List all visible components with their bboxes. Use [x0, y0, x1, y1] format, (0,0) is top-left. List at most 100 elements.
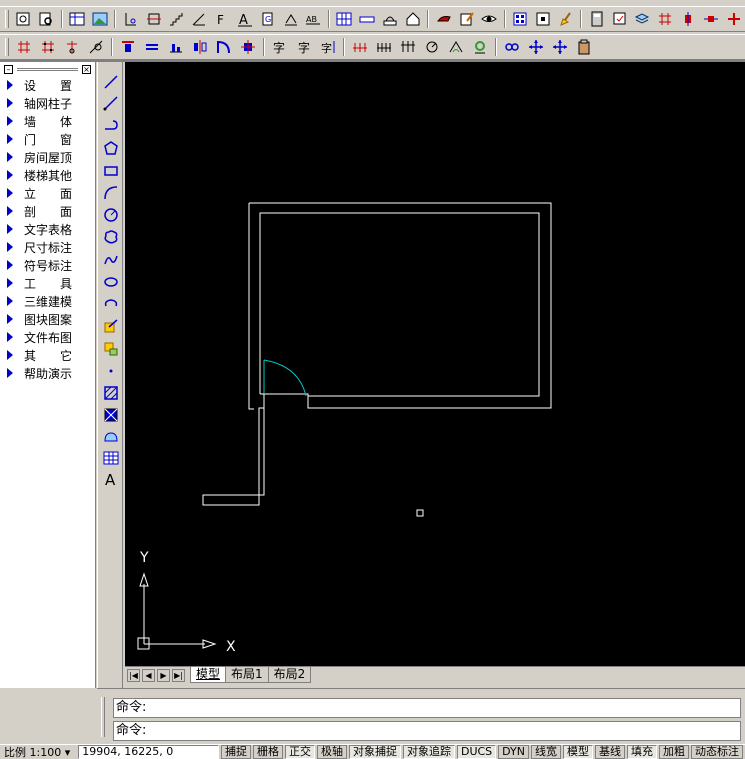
sidebar-item-door-window[interactable]: 门 窗 [0, 130, 95, 148]
dim-chain-icon[interactable] [350, 37, 370, 57]
revcloud-icon[interactable] [101, 227, 121, 247]
axis-number-icon[interactable] [62, 37, 82, 57]
ellipse-arc-icon[interactable] [101, 294, 121, 314]
gradient-icon[interactable] [101, 405, 121, 425]
open-file-icon[interactable] [14, 9, 33, 29]
dynamic-dim-toggle[interactable]: 动态标注 [691, 745, 743, 759]
dim-multi-icon[interactable] [374, 37, 394, 57]
clipboard-icon[interactable] [574, 37, 594, 57]
tab-layout2[interactable]: 布局2 [267, 667, 312, 683]
wall-left-outer[interactable] [248, 203, 254, 410]
block-red-icon[interactable] [679, 9, 698, 29]
axis-tool-icon[interactable] [121, 9, 140, 29]
sidebar-item-blocks-patterns[interactable]: 图块图案 [0, 310, 95, 328]
otrack-toggle[interactable]: 对象追踪 [402, 745, 455, 759]
image-icon[interactable] [90, 9, 109, 29]
wall-outer-line[interactable] [202, 202, 552, 506]
eye-icon[interactable] [480, 9, 499, 29]
prev-tab-button[interactable]: ◀ [142, 668, 155, 682]
ortho-toggle[interactable]: 正交 [284, 745, 315, 759]
sidebar-item-elevation[interactable]: 立 面 [0, 184, 95, 202]
model-toggle[interactable]: 模型 [563, 745, 593, 759]
grid-hash-icon[interactable] [14, 37, 34, 57]
stack-icon[interactable] [633, 9, 652, 29]
mirror-icon[interactable] [190, 37, 210, 57]
baseline-toggle[interactable]: 基线 [595, 745, 625, 759]
region-icon[interactable] [101, 427, 121, 447]
sidebar-item-axis-column[interactable]: 轴网柱子 [0, 94, 95, 112]
calculator-icon[interactable] [587, 9, 606, 29]
sidebar-item-3d-modeling[interactable]: 三维建模 [0, 292, 95, 310]
arc-icon[interactable] [101, 183, 121, 203]
sidebar-item-symbol[interactable]: 符号标注 [0, 256, 95, 274]
broom-icon[interactable] [556, 9, 575, 29]
sidebar-item-wall[interactable]: 墙 体 [0, 112, 95, 130]
polyline-icon[interactable] [101, 93, 121, 113]
sidebar-item-other[interactable]: 其 它 [0, 346, 95, 364]
door-swing-arc[interactable] [263, 359, 307, 397]
sidebar-item-settings[interactable]: 设 置 [0, 76, 95, 94]
fill-toggle[interactable]: 填充 [627, 745, 657, 759]
dyn-toggle[interactable]: DYN [498, 745, 529, 759]
pan-icon[interactable] [550, 37, 570, 57]
stamp-icon[interactable] [381, 9, 400, 29]
link-icon[interactable] [502, 37, 522, 57]
house-icon[interactable] [403, 9, 422, 29]
multiline-text-icon[interactable]: A [101, 469, 121, 489]
dim-arc-icon[interactable] [446, 37, 466, 57]
paint-brush-icon[interactable] [434, 9, 453, 29]
wall-inner-line[interactable] [259, 212, 540, 397]
columns-icon[interactable] [38, 37, 58, 57]
hash-red-icon[interactable] [656, 9, 675, 29]
angle-tool-icon[interactable] [86, 37, 106, 57]
bold-toggle[interactable]: 加粗 [659, 745, 689, 759]
sidebar-item-section[interactable]: 剖 面 [0, 202, 95, 220]
layers-check-icon[interactable] [610, 9, 629, 29]
line-icon[interactable] [101, 72, 121, 92]
dim-radius-icon[interactable] [470, 37, 490, 57]
command-grip[interactable] [101, 697, 105, 737]
pen-tool-icon[interactable] [190, 9, 209, 29]
sidebar-item-stairs-other[interactable]: 楼梯其他 [0, 166, 95, 184]
dim-angle-icon[interactable] [422, 37, 442, 57]
grid-toggle[interactable]: 栅格 [252, 745, 283, 759]
sidebar-item-room-roof[interactable]: 房间屋顶 [0, 148, 95, 166]
make-block-icon[interactable] [101, 339, 121, 359]
snap-toggle[interactable]: 捕捉 [220, 745, 251, 759]
close-button[interactable]: × [82, 64, 91, 74]
toolbar-grip[interactable] [5, 10, 9, 28]
sidebar-item-help-demo[interactable]: 帮助演示 [0, 364, 95, 382]
command-input[interactable]: 命令: [113, 721, 741, 741]
arc-wall-icon[interactable] [214, 37, 234, 57]
split-icon[interactable] [702, 9, 721, 29]
baseline-icon[interactable] [166, 37, 186, 57]
stairs-icon[interactable] [167, 9, 186, 29]
scale-select[interactable]: 比例 1:100 ▾ [0, 745, 74, 759]
curve-icon[interactable] [101, 250, 121, 270]
equal-icon[interactable] [142, 37, 162, 57]
rectangle-icon[interactable] [101, 161, 121, 181]
first-tab-button[interactable]: |◀ [127, 668, 140, 682]
polygon-icon[interactable] [101, 138, 121, 158]
last-tab-button[interactable]: ▶| [172, 668, 185, 682]
sidebar-item-dimension[interactable]: 尺寸标注 [0, 238, 95, 256]
elevation-icon[interactable] [281, 9, 300, 29]
layer-table-icon[interactable] [68, 9, 87, 29]
tab-model[interactable]: 模型 [190, 667, 227, 683]
next-tab-button[interactable]: ▶ [157, 668, 170, 682]
frame-icon[interactable] [534, 9, 553, 29]
tab-layout1[interactable]: 布局1 [225, 667, 269, 683]
text-edit-icon[interactable]: 字 [270, 37, 290, 57]
toolbar-grip[interactable] [5, 38, 9, 56]
label-ab-icon[interactable]: AB [304, 9, 323, 29]
text-a-icon[interactable]: A [235, 9, 254, 29]
lineweight-toggle[interactable]: 线宽 [531, 745, 561, 759]
text-style-icon[interactable]: F [213, 9, 232, 29]
sidebar-grip[interactable] [17, 67, 78, 71]
hatch-icon[interactable] [101, 383, 121, 403]
sidebar-item-file-layout[interactable]: 文件布图 [0, 328, 95, 346]
circle-icon[interactable] [101, 205, 121, 225]
edit-pencil-icon[interactable] [457, 9, 476, 29]
polar-toggle[interactable]: 极轴 [316, 745, 347, 759]
sidebar-item-text-table[interactable]: 文字表格 [0, 220, 95, 238]
